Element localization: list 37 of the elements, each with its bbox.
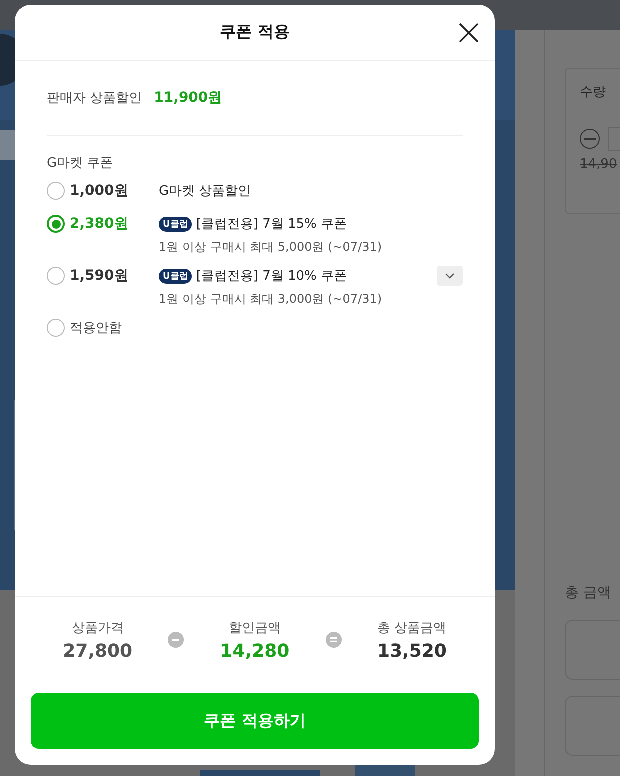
chevron-down-icon — [445, 273, 455, 279]
close-button[interactable] — [457, 21, 481, 45]
expand-button[interactable] — [437, 266, 463, 286]
decrease-button[interactable] — [580, 129, 600, 149]
radio-button[interactable] — [47, 215, 65, 233]
coupon-amount: 1,000원 — [70, 182, 128, 200]
coupon-title: [클럽전용] 7월 15% 쿠폰 — [196, 216, 348, 233]
quantity-label: 수량 — [580, 84, 607, 101]
radio-button[interactable] — [47, 182, 65, 200]
summary-label: 총 상품금액 — [378, 620, 447, 636]
option-label: 적용안함 — [70, 320, 122, 337]
summary-label: 상품가격 — [72, 620, 124, 636]
coupon-amount: 2,380원 — [70, 215, 128, 233]
minus-icon — [584, 138, 596, 140]
summary-value: 27,800 — [63, 640, 133, 662]
coupon-detail: 1원 이상 구매시 최대 5,000원 (~07/31) — [159, 239, 384, 256]
coupon-detail: 1원 이상 구매시 최대 3,000원 (~07/31) — [159, 291, 384, 308]
coupon-amount: 1,590원 — [70, 267, 128, 285]
dialog-title: 쿠폰 적용 — [220, 22, 290, 43]
radio-button[interactable] — [47, 319, 65, 337]
summary-label: 할인금액 — [228, 620, 281, 636]
equals-icon — [326, 632, 342, 648]
section-title: G마켓 쿠폰 — [47, 155, 114, 172]
seller-discount-value: 11,900원 — [154, 89, 222, 107]
total-label: 총 금액 — [565, 584, 612, 602]
coupon-title: G마켓 상품할인 — [159, 183, 252, 200]
membership-badge: U클럽 — [159, 216, 192, 232]
apply-coupon-button[interactable]: 쿠폰 적용하기 — [31, 693, 479, 749]
original-price: 14,90 — [580, 157, 618, 172]
minus-icon — [168, 632, 184, 648]
coupon-title: [클럽전용] 7월 10% 쿠폰 — [196, 268, 348, 285]
summary-value: 13,520 — [377, 640, 447, 662]
close-icon — [459, 23, 479, 43]
seller-discount-label: 판매자 상품할인 — [47, 90, 142, 107]
summary-value: 14,280 — [220, 640, 290, 662]
membership-badge: U클럽 — [159, 268, 192, 284]
radio-button[interactable] — [47, 267, 65, 285]
